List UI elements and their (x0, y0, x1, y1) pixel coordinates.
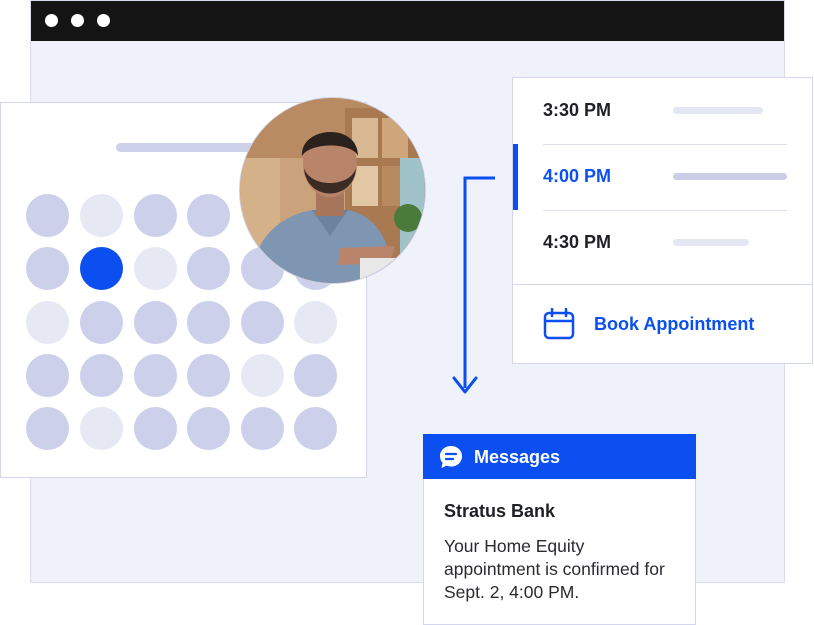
calendar-day[interactable] (134, 247, 177, 290)
chat-bubble-icon (440, 446, 462, 468)
calendar-day[interactable] (187, 247, 230, 290)
calendar-day[interactable] (80, 354, 123, 397)
message-sender: Stratus Bank (444, 501, 556, 521)
calendar-day[interactable] (26, 354, 69, 397)
calendar-day[interactable] (80, 407, 123, 450)
flow-arrow-icon (452, 176, 495, 394)
calendar-day[interactable] (294, 301, 337, 344)
time-slot-label: 4:00 PM (543, 166, 612, 186)
active-slot-indicator (513, 144, 518, 210)
messages-card: Messages Stratus Bank Your Home Equity a… (423, 434, 696, 625)
messages-title: Messages (474, 447, 561, 467)
time-slot-panel: 3:30 PM 4:00 PM 4:30 PM Book Appointment (512, 77, 813, 364)
calendar-day[interactable] (187, 354, 230, 397)
calendar-day-selected[interactable] (80, 247, 123, 290)
time-slot-430[interactable]: 4:30 PM (543, 210, 787, 276)
time-slot-400[interactable]: 4:00 PM (543, 144, 787, 210)
calendar-day[interactable] (241, 301, 284, 344)
window-dot-minimize[interactable] (71, 14, 84, 27)
avatar (239, 97, 426, 284)
calendar-day[interactable] (241, 354, 284, 397)
calendar-header-placeholder (116, 143, 256, 152)
calendar-day[interactable] (187, 407, 230, 450)
book-appointment-label: Book Appointment (594, 314, 755, 334)
time-slot-placeholder (673, 107, 763, 114)
calendar-day[interactable] (294, 407, 337, 450)
time-slot-330[interactable]: 3:30 PM (543, 78, 787, 144)
calendar-day[interactable] (26, 407, 69, 450)
calendar-day[interactable] (294, 354, 337, 397)
title-bar (31, 1, 784, 41)
message-body: Your Home Equity appointment is confirme… (444, 536, 665, 602)
calendar-day[interactable] (26, 247, 69, 290)
book-appointment-button[interactable]: Book Appointment (541, 300, 781, 350)
time-slot-placeholder (673, 239, 749, 246)
calendar-icon (543, 308, 575, 340)
calendar-day[interactable] (134, 407, 177, 450)
window-dot-close[interactable] (45, 14, 58, 27)
person-photo-icon (240, 98, 425, 283)
calendar-day[interactable] (80, 301, 123, 344)
calendar-day[interactable] (26, 194, 69, 237)
calendar-day[interactable] (134, 354, 177, 397)
calendar-day[interactable] (134, 194, 177, 237)
time-slot-label: 3:30 PM (543, 100, 612, 120)
time-slot-placeholder (673, 173, 787, 180)
calendar-day[interactable] (187, 301, 230, 344)
calendar-day[interactable] (26, 301, 69, 344)
calendar-day[interactable] (80, 194, 123, 237)
time-slot-label: 4:30 PM (543, 232, 612, 252)
calendar-day[interactable] (134, 301, 177, 344)
divider (513, 284, 812, 285)
calendar-day[interactable] (241, 407, 284, 450)
window-dot-maximize[interactable] (97, 14, 110, 27)
calendar-day[interactable] (187, 194, 230, 237)
messages-header[interactable]: Messages (423, 434, 696, 479)
